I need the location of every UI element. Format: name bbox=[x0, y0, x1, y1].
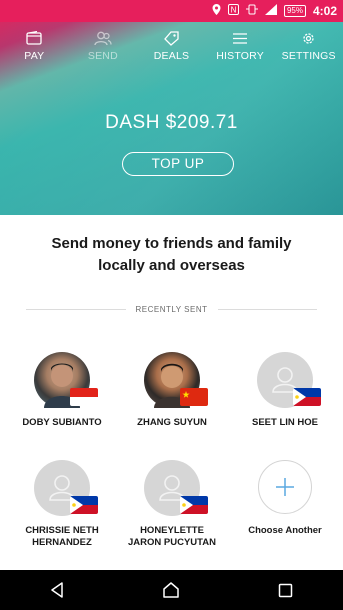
contact-name-line-1: DOBY SUBIANTO bbox=[22, 417, 102, 428]
tag-icon bbox=[163, 28, 180, 48]
tab-label: SETTINGS bbox=[281, 50, 336, 62]
sync-icon bbox=[245, 4, 258, 18]
headline-line-1: Send money to friends and family bbox=[51, 235, 292, 252]
contact-name-line-1: CHRISSIE NETH bbox=[25, 525, 99, 536]
avatar-placeholder bbox=[144, 460, 208, 516]
tab-pay[interactable]: PAY bbox=[0, 28, 69, 72]
contact-doby-subianto[interactable]: DOBY SUBIANTO bbox=[5, 352, 119, 429]
gear-icon bbox=[301, 28, 316, 48]
contact-chrissie-neth-hernandez[interactable]: CHRISSIE NETH HERNANDEZ bbox=[5, 460, 119, 549]
contact-seet-lin-hoe[interactable]: SEET LIN HOE bbox=[228, 352, 342, 429]
clock: 4:02 bbox=[312, 4, 337, 18]
location-icon bbox=[212, 4, 221, 18]
balance-amount: DASH $209.71 bbox=[105, 112, 238, 133]
back-icon bbox=[51, 582, 63, 598]
divider-line bbox=[26, 308, 126, 310]
contact-name-line-2: JARON PUCYUTAN bbox=[128, 537, 216, 548]
philippines-flag-icon bbox=[180, 496, 208, 514]
avatar-placeholder bbox=[34, 460, 98, 516]
recents-icon bbox=[279, 583, 293, 597]
battery-icon: 95% bbox=[283, 5, 306, 17]
contact-honeylette-jaron-pucyutan[interactable]: HONEYLETTE JARON PUCYUTAN bbox=[115, 460, 229, 549]
philippines-flag-icon bbox=[293, 388, 321, 406]
divider-line bbox=[217, 308, 317, 310]
svg-text:N: N bbox=[231, 6, 237, 15]
nfc-icon: N bbox=[227, 4, 239, 18]
contact-zhang-suyun[interactable]: ZHANG SUYUN bbox=[115, 352, 229, 429]
contact-name: HONEYLETTE JARON PUCYUTAN bbox=[115, 525, 229, 549]
contact-name-line-1: ZHANG SUYUN bbox=[137, 417, 207, 428]
contact-name: SEET LIN HOE bbox=[228, 417, 342, 429]
tab-deals[interactable]: DEALS bbox=[137, 28, 206, 72]
tab-label: HISTORY bbox=[216, 50, 264, 62]
back-button[interactable] bbox=[37, 575, 77, 605]
contact-name: DOBY SUBIANTO bbox=[5, 417, 119, 429]
indonesia-flag-icon bbox=[70, 388, 98, 406]
top-up-button[interactable]: TOP UP bbox=[122, 152, 234, 176]
avatar-placeholder bbox=[257, 352, 321, 408]
people-icon bbox=[94, 28, 112, 48]
choose-another-label: Choose Another bbox=[248, 525, 322, 536]
choose-another-button[interactable]: Choose Another bbox=[228, 460, 342, 537]
send-money-headline: Send money to friends and family locally… bbox=[0, 233, 343, 277]
recently-sent-divider: RECENTLY SENT bbox=[26, 302, 317, 316]
tab-send[interactable]: SEND bbox=[69, 28, 138, 72]
contact-name: ZHANG SUYUN bbox=[115, 417, 229, 429]
tab-settings[interactable]: SETTINGS bbox=[274, 28, 343, 72]
add-contact-circle[interactable] bbox=[258, 460, 312, 514]
philippines-flag-icon bbox=[70, 496, 98, 514]
tab-label: PAY bbox=[24, 50, 45, 62]
contact-name-line-2: HERNANDEZ bbox=[32, 537, 92, 548]
china-flag-icon bbox=[180, 388, 208, 406]
hero-header: PAY SEND DEALS HISTORY SETTINGS DASH $20… bbox=[0, 22, 343, 215]
android-nav-bar bbox=[0, 570, 343, 610]
plus-icon bbox=[276, 478, 294, 496]
contact-name-line-1: SEET LIN HOE bbox=[252, 417, 318, 428]
wallet-icon bbox=[26, 28, 42, 48]
avatar bbox=[144, 352, 208, 408]
avatar bbox=[34, 352, 98, 408]
status-bar: N 95% 4:02 bbox=[0, 0, 343, 22]
home-icon bbox=[163, 582, 180, 598]
recents-button[interactable] bbox=[266, 575, 306, 605]
contact-name: CHRISSIE NETH HERNANDEZ bbox=[5, 525, 119, 549]
tab-label: SEND bbox=[87, 50, 118, 62]
contact-name-line-1: HONEYLETTE bbox=[140, 525, 204, 536]
tab-history[interactable]: HISTORY bbox=[206, 28, 275, 72]
tab-bar: PAY SEND DEALS HISTORY SETTINGS bbox=[0, 28, 343, 72]
signal-icon bbox=[264, 4, 277, 18]
recently-sent-label: RECENTLY SENT bbox=[135, 304, 208, 314]
tab-label: DEALS bbox=[153, 50, 190, 62]
headline-line-2: locally and overseas bbox=[98, 257, 245, 274]
list-icon bbox=[232, 28, 248, 48]
home-button[interactable] bbox=[151, 575, 191, 605]
